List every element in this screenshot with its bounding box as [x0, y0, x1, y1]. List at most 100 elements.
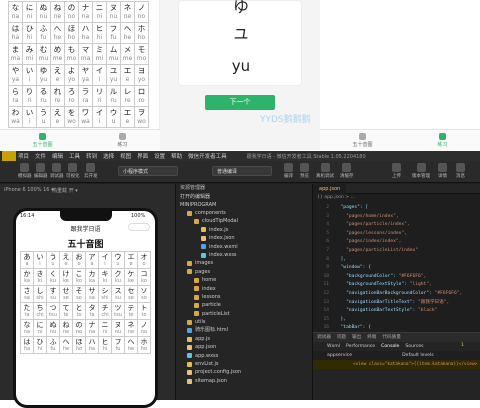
open-editors[interactable]: 打开的编辑器 [176, 193, 312, 201]
kana-cell[interactable]: ソ so [137, 285, 151, 303]
tab-app-json[interactable]: app.json [313, 184, 347, 194]
kana-cell[interactable]: イi [92, 106, 107, 128]
kana-cell[interactable]: ち chi [33, 302, 47, 320]
kana-cell[interactable]: レ re [120, 85, 135, 107]
kana-cell[interactable]: ワ wa [78, 106, 93, 128]
folder-item[interactable]: particle [176, 301, 312, 309]
kana-cell[interactable]: さ sa [20, 285, 34, 303]
kana-cell[interactable]: メ me [120, 43, 135, 65]
kana-cell[interactable]: ヒ hi [92, 22, 107, 44]
kana-cell[interactable]: る ru [36, 85, 51, 107]
levels-select[interactable]: Default levels [402, 351, 434, 360]
console-tab[interactable]: 调试器 [317, 333, 331, 342]
kana-cell[interactable]: の no [72, 319, 86, 337]
folder-item[interactable]: components [176, 209, 312, 217]
file-item[interactable]: app.js [176, 335, 312, 343]
kana-cell[interactable]: ナ na [85, 319, 99, 337]
kana-cell[interactable]: を wo [64, 106, 79, 128]
menu-select[interactable]: 选择 [103, 152, 114, 160]
kana-cell[interactable]: ね ne [59, 319, 73, 337]
kana-cell[interactable]: ヒ hi [98, 336, 112, 354]
simulator-button[interactable]: 模拟器 [18, 163, 32, 179]
menu-file[interactable]: 文件 [35, 152, 46, 160]
kana-cell[interactable]: ゆ yu [36, 64, 51, 86]
debugger-button[interactable]: 调试器 [50, 163, 64, 179]
folder-item[interactable]: cloudTipModal [176, 217, 312, 225]
file-item[interactable]: sitemap.json [176, 377, 312, 385]
kana-cell[interactable]: か ka [20, 268, 34, 286]
kana-cell[interactable]: け ke [59, 268, 73, 286]
kana-cell[interactable]: は ha [20, 336, 34, 354]
kana-cell[interactable]: タ ta [85, 302, 99, 320]
kana-cell[interactable]: イi [98, 251, 112, 269]
kana-cell[interactable]: ひ hi [33, 336, 47, 354]
kana-cell[interactable]: ま ma [8, 43, 23, 65]
remote-debug-button[interactable]: 真机调试 [316, 163, 334, 179]
kana-cell[interactable]: ら ra [8, 85, 23, 107]
file-item[interactable]: app.json [176, 343, 312, 351]
folder-item[interactable]: index [176, 285, 312, 293]
file-item[interactable]: index.json [176, 234, 312, 242]
kana-cell[interactable]: エe [124, 251, 138, 269]
kana-cell[interactable]: と to [72, 302, 86, 320]
kana-cell[interactable]: ウu [111, 251, 125, 269]
file-item[interactable]: envList.js [176, 360, 312, 368]
project-root[interactable]: MINIPROGRAM [176, 201, 312, 209]
kana-cell[interactable]: カ ka [85, 268, 99, 286]
kana-cell[interactable]: て te [59, 302, 73, 320]
kana-cell[interactable]: ニ ni [92, 1, 107, 23]
file-item[interactable]: index.wxml [176, 243, 312, 251]
kana-cell[interactable]: ノ no [134, 1, 149, 23]
kana-cell[interactable]: チ chi [98, 302, 112, 320]
kana-cell[interactable]: そ so [72, 285, 86, 303]
mode-select[interactable]: 小程序模式 [118, 166, 178, 176]
next-button[interactable]: 下一个 [205, 95, 275, 110]
kana-cell[interactable]: ヘ he [124, 336, 138, 354]
tab-practice[interactable]: 练习 [117, 132, 128, 148]
kana-cell[interactable]: や ya [8, 64, 23, 86]
menu-view[interactable]: 视图 [120, 152, 131, 160]
kana-cell[interactable]: ほ ho [64, 22, 79, 44]
kana-cell[interactable]: ぬ nu [46, 319, 60, 337]
version-button[interactable]: 版本管理 [412, 163, 430, 179]
kana-cell[interactable]: えe [59, 251, 73, 269]
kana-cell[interactable]: み mi [22, 43, 37, 65]
kana-cell[interactable]: ネ ne [120, 1, 135, 23]
kana-cell[interactable]: つ tsu [46, 302, 60, 320]
kana-cell[interactable]: ウu [106, 106, 121, 128]
kana-cell[interactable]: り ri [22, 85, 37, 107]
kana-cell[interactable]: テ te [124, 302, 138, 320]
details-button[interactable]: 详情 [438, 163, 447, 179]
kana-cell[interactable]: ハ ha [78, 22, 93, 44]
kana-cell[interactable]: へ he [50, 22, 65, 44]
kana-cell[interactable]: いi [33, 251, 47, 269]
console-tab[interactable]: 问题 [337, 333, 346, 342]
kana-cell[interactable]: の no [64, 1, 79, 23]
menu-project[interactable]: 项目 [18, 152, 29, 160]
kana-cell[interactable]: ひ hi [22, 22, 37, 44]
console-subtab[interactable]: Performance [346, 342, 375, 351]
kana-cell[interactable]: ホ ho [137, 336, 151, 354]
kana-cell[interactable]: た ta [20, 302, 34, 320]
kana-cell[interactable]: ほ ho [72, 336, 86, 354]
capsule-menu[interactable] [128, 223, 150, 231]
folder-item[interactable]: pages [176, 268, 312, 276]
kana-cell[interactable]: ホ ho [134, 22, 149, 44]
menu-help[interactable]: 帮助 [171, 152, 182, 160]
messages-button[interactable]: 消息 [456, 163, 465, 179]
kana-cell[interactable]: ハ ha [85, 336, 99, 354]
kana-cell[interactable]: ろ ro [64, 85, 79, 107]
file-item[interactable]: index.js [176, 226, 312, 234]
menu-goto[interactable]: 转到 [86, 152, 97, 160]
file-item[interactable]: 骑乐图标.html [176, 326, 312, 334]
kana-cell[interactable]: リ ri [92, 85, 107, 107]
kana-cell[interactable]: ね ne [50, 1, 65, 23]
kana-cell[interactable]: モ mo [134, 43, 149, 65]
kana-cell[interactable]: な na [20, 319, 34, 337]
kana-cell[interactable]: な na [8, 1, 23, 23]
tab-gojuon-right[interactable]: 五十音图 [352, 132, 373, 148]
folder-item[interactable]: lessons [176, 293, 312, 301]
kana-cell[interactable]: き ki [33, 268, 47, 286]
console-tab[interactable]: 输出 [352, 333, 361, 342]
kana-cell[interactable]: うu [36, 106, 51, 128]
